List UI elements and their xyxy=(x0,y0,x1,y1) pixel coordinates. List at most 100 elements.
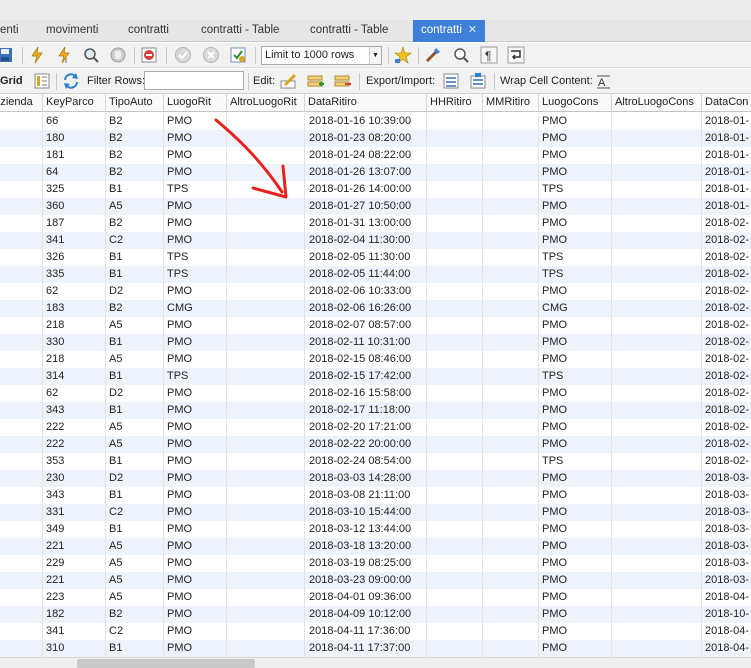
table-cell-hhritiro[interactable] xyxy=(427,555,483,572)
table-cell-altroluogocons[interactable] xyxy=(612,555,702,572)
table-cell-datacon[interactable]: 2018-02- xyxy=(702,419,751,436)
table-cell-azienda[interactable] xyxy=(0,555,43,572)
table-cell-keyparco[interactable]: 218 xyxy=(43,351,106,368)
table-cell-luogocons[interactable]: PMO xyxy=(539,589,612,606)
table-cell-azienda[interactable] xyxy=(0,266,43,283)
table-cell-keyparco[interactable]: 326 xyxy=(43,249,106,266)
table-cell-altroluogorit[interactable] xyxy=(227,215,305,232)
table-cell-mmritiro[interactable] xyxy=(483,470,539,487)
table-row[interactable]: 223 A5 PMO 2018-04-01 09:36:00 PMO 2018-04- xyxy=(0,589,751,606)
table-cell-altroluogocons[interactable] xyxy=(612,147,702,164)
table-cell-altroluogorit[interactable] xyxy=(227,300,305,317)
table-cell-dataritiro[interactable]: 2018-02-06 16:26:00 xyxy=(305,300,427,317)
table-cell-mmritiro[interactable] xyxy=(483,419,539,436)
table-cell-keyparco[interactable]: 62 xyxy=(43,385,106,402)
table-cell-tipoauto[interactable]: B1 xyxy=(106,402,164,419)
table-cell-azienda[interactable] xyxy=(0,300,43,317)
table-cell-keyparco[interactable]: 349 xyxy=(43,521,106,538)
table-row[interactable]: 314 B1 TPS 2018-02-15 17:42:00 TPS 2018-02- xyxy=(0,368,751,385)
table-cell-azienda[interactable] xyxy=(0,147,43,164)
table-row[interactable]: 221 A5 PMO 2018-03-18 13:20:00 PMO 2018-03- xyxy=(0,538,751,555)
table-cell-tipoauto[interactable]: B1 xyxy=(106,521,164,538)
table-cell-datacon[interactable]: 2018-03- xyxy=(702,538,751,555)
table-cell-tipoauto[interactable]: B1 xyxy=(106,249,164,266)
table-cell-datacon[interactable]: 2018-02- xyxy=(702,249,751,266)
commit-check-icon[interactable] xyxy=(174,46,192,64)
table-cell-tipoauto[interactable]: A5 xyxy=(106,572,164,589)
table-row[interactable]: 335 B1 TPS 2018-02-05 11:44:00 TPS 2018-02- xyxy=(0,266,751,283)
table-row[interactable]: 221 A5 PMO 2018-03-23 09:00:00 PMO 2018-03- xyxy=(0,572,751,589)
table-cell-keyparco[interactable]: 343 xyxy=(43,487,106,504)
table-cell-dataritiro[interactable]: 2018-03-10 15:44:00 xyxy=(305,504,427,521)
table-cell-mmritiro[interactable] xyxy=(483,436,539,453)
table-cell-altroluogocons[interactable] xyxy=(612,470,702,487)
table-cell-hhritiro[interactable] xyxy=(427,419,483,436)
table-cell-luogocons[interactable]: PMO xyxy=(539,521,612,538)
table-cell-altroluogocons[interactable] xyxy=(612,623,702,640)
horizontal-scrollbar[interactable] xyxy=(0,657,751,668)
table-cell-luogocons[interactable]: PMO xyxy=(539,334,612,351)
table-cell-luogocons[interactable]: TPS xyxy=(539,249,612,266)
table-row[interactable]: 218 A5 PMO 2018-02-15 08:46:00 PMO 2018-02- xyxy=(0,351,751,368)
table-cell-keyparco[interactable]: 64 xyxy=(43,164,106,181)
table-cell-luogocons[interactable]: TPS xyxy=(539,181,612,198)
table-cell-tipoauto[interactable]: C2 xyxy=(106,232,164,249)
stop-hand-icon[interactable] xyxy=(109,46,127,64)
table-cell-dataritiro[interactable]: 2018-02-17 11:18:00 xyxy=(305,402,427,419)
table-cell-altroluogocons[interactable] xyxy=(612,504,702,521)
table-cell-tipoauto[interactable]: A5 xyxy=(106,538,164,555)
table-cell-altroluogorit[interactable] xyxy=(227,419,305,436)
table-cell-luogocons[interactable]: PMO xyxy=(539,572,612,589)
table-cell-tipoauto[interactable]: B2 xyxy=(106,164,164,181)
table-cell-luogorit[interactable]: PMO xyxy=(164,470,227,487)
table-cell-luogorit[interactable]: PMO xyxy=(164,521,227,538)
table-cell-dataritiro[interactable]: 2018-03-23 09:00:00 xyxy=(305,572,427,589)
table-cell-azienda[interactable] xyxy=(0,606,43,623)
table-cell-altroluogocons[interactable] xyxy=(612,351,702,368)
table-cell-luogocons[interactable]: PMO xyxy=(539,351,612,368)
table-cell-altroluogorit[interactable] xyxy=(227,164,305,181)
table-cell-mmritiro[interactable] xyxy=(483,130,539,147)
table-cell-dataritiro[interactable]: 2018-01-27 10:50:00 xyxy=(305,198,427,215)
table-row[interactable]: 222 A5 PMO 2018-02-20 17:21:00 PMO 2018-02- xyxy=(0,419,751,436)
table-cell-luogocons[interactable]: PMO xyxy=(539,215,612,232)
table-cell-dataritiro[interactable]: 2018-04-01 09:36:00 xyxy=(305,589,427,606)
table-cell-dataritiro[interactable]: 2018-02-05 11:30:00 xyxy=(305,249,427,266)
execute-current-icon[interactable]: I xyxy=(55,46,73,64)
table-cell-mmritiro[interactable] xyxy=(483,232,539,249)
table-cell-mmritiro[interactable] xyxy=(483,538,539,555)
table-cell-luogorit[interactable]: PMO xyxy=(164,402,227,419)
table-cell-luogocons[interactable]: PMO xyxy=(539,504,612,521)
table-cell-altroluogorit[interactable] xyxy=(227,283,305,300)
table-cell-altroluogocons[interactable] xyxy=(612,300,702,317)
table-cell-hhritiro[interactable] xyxy=(427,436,483,453)
insert-row-icon[interactable] xyxy=(307,72,325,90)
table-cell-luogorit[interactable]: PMO xyxy=(164,164,227,181)
table-cell-keyparco[interactable]: 222 xyxy=(43,436,106,453)
column-header-mmritiro[interactable]: MMRitiro xyxy=(483,94,539,112)
table-cell-altroluogocons[interactable] xyxy=(612,640,702,657)
table-cell-altroluogorit[interactable] xyxy=(227,606,305,623)
table-row[interactable]: 310 B1 PMO 2018-04-11 17:37:00 PMO 2018-04- xyxy=(0,640,751,657)
table-cell-tipoauto[interactable]: B1 xyxy=(106,334,164,351)
table-cell-altroluogorit[interactable] xyxy=(227,402,305,419)
table-row[interactable]: 181 B2 PMO 2018-01-24 08:22:00 PMO 2018-01- xyxy=(0,147,751,164)
table-cell-altroluogocons[interactable] xyxy=(612,130,702,147)
table-cell-dataritiro[interactable]: 2018-03-08 21:11:00 xyxy=(305,487,427,504)
table-cell-datacon[interactable]: 2018-02- xyxy=(702,385,751,402)
table-cell-datacon[interactable]: 2018-04- xyxy=(702,640,751,657)
table-cell-luogorit[interactable]: PMO xyxy=(164,453,227,470)
table-cell-dataritiro[interactable]: 2018-03-03 14:28:00 xyxy=(305,470,427,487)
table-cell-mmritiro[interactable] xyxy=(483,572,539,589)
table-cell-mmritiro[interactable] xyxy=(483,521,539,538)
delete-row-icon[interactable] xyxy=(334,72,352,90)
table-cell-azienda[interactable] xyxy=(0,113,43,130)
table-cell-dataritiro[interactable]: 2018-02-22 20:00:00 xyxy=(305,436,427,453)
table-cell-azienda[interactable] xyxy=(0,589,43,606)
table-cell-hhritiro[interactable] xyxy=(427,198,483,215)
table-cell-azienda[interactable] xyxy=(0,130,43,147)
table-cell-dataritiro[interactable]: 2018-04-11 17:36:00 xyxy=(305,623,427,640)
table-cell-luogorit[interactable]: CMG xyxy=(164,300,227,317)
table-row[interactable]: 62 D2 PMO 2018-02-06 10:33:00 PMO 2018-02- xyxy=(0,283,751,300)
table-row[interactable]: 326 B1 TPS 2018-02-05 11:30:00 TPS 2018-02- xyxy=(0,249,751,266)
